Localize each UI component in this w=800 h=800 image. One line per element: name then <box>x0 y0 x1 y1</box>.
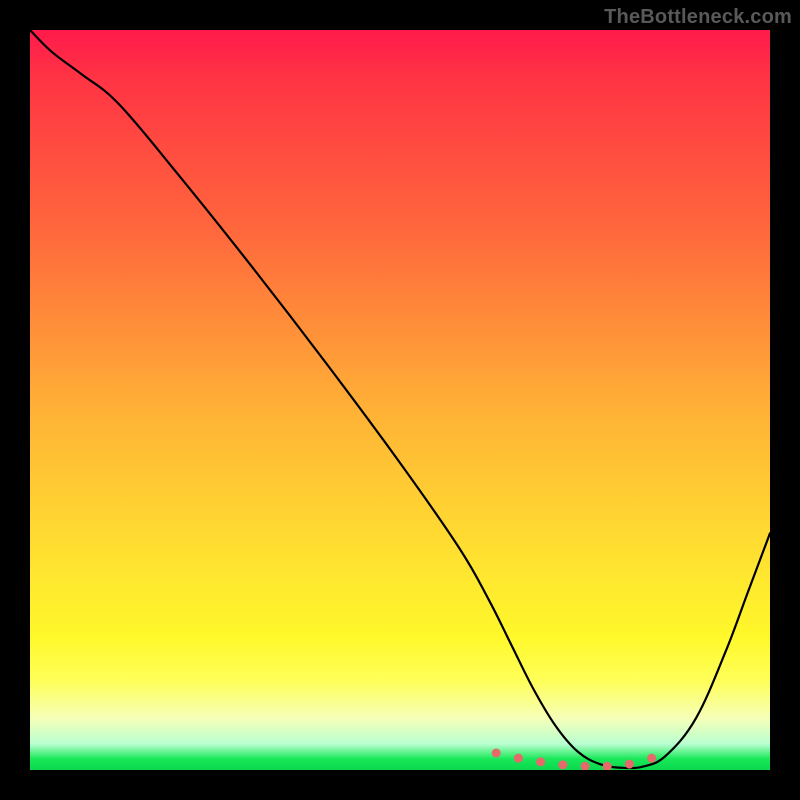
plot-area <box>30 30 770 770</box>
chart-stage: TheBottleneck.com <box>0 0 800 800</box>
flat-dot <box>492 748 501 757</box>
flat-dot <box>558 760 567 769</box>
flat-dot <box>514 754 523 763</box>
flat-dot <box>625 760 634 769</box>
flat-dot <box>536 757 545 766</box>
dots-layer <box>30 30 770 770</box>
flat-dot <box>581 762 590 770</box>
flat-region-dots <box>492 748 656 770</box>
flat-dot <box>647 754 656 763</box>
flat-dot <box>603 762 612 770</box>
watermark-text: TheBottleneck.com <box>604 6 792 29</box>
